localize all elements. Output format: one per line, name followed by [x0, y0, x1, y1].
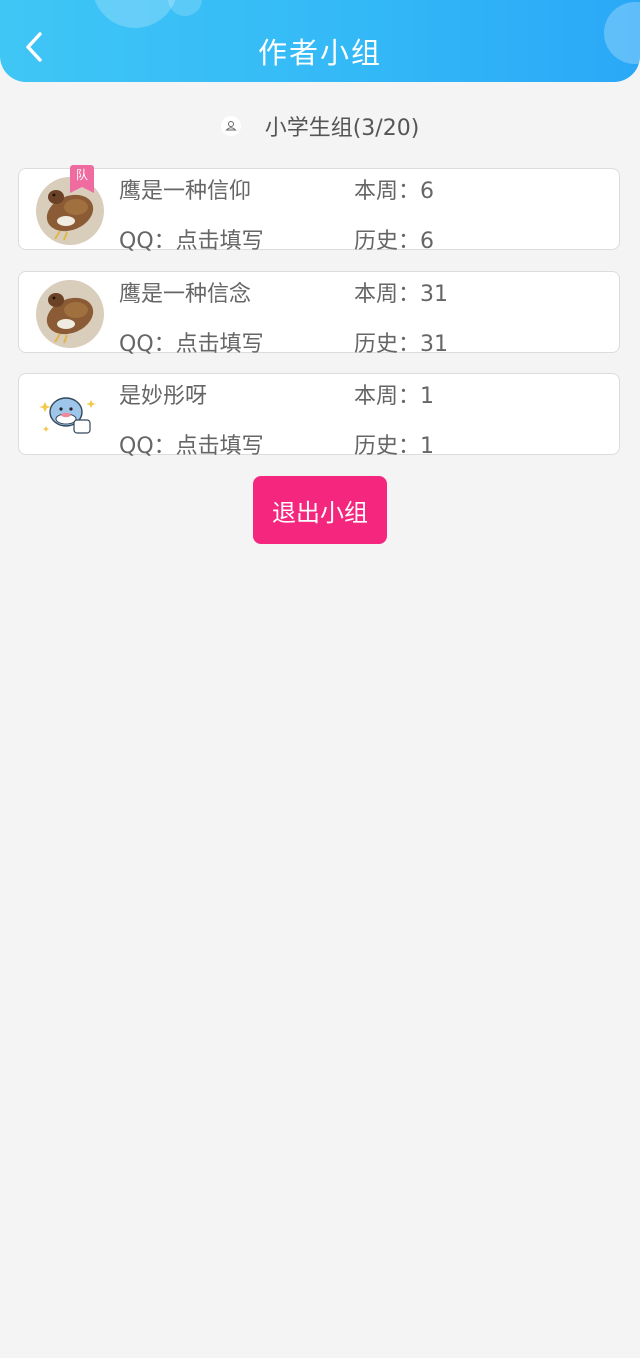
group-icon: [220, 116, 241, 136]
decor-bubble: [92, 0, 178, 28]
exit-group-button[interactable]: 退出小组: [253, 476, 387, 544]
member-nickname: 鹰是一种信仰: [119, 179, 252, 204]
qq-label: QQ：: [119, 229, 176, 254]
history-value: 1: [420, 434, 435, 459]
week-value: 1: [420, 384, 435, 409]
member-history-count: 历史：31: [354, 326, 448, 358]
week-value: 31: [420, 282, 449, 307]
week-label: 本周：: [354, 282, 421, 307]
member-week-count: 本周：31: [354, 276, 448, 308]
header-bar: 作者小组: [0, 0, 640, 82]
member-card: 是妙彤呀 QQ：点击填写 本周：1 历史：1: [18, 373, 620, 459]
member-card: 鹰是一种信念 QQ：点击填写 本周：31 历史：31: [18, 271, 620, 357]
qq-label: QQ：: [119, 332, 176, 357]
member-qq: QQ：点击填写: [119, 326, 264, 358]
captain-badge: 队: [70, 165, 94, 193]
qq-fill-link[interactable]: 点击填写: [176, 332, 264, 357]
history-value: 31: [420, 332, 449, 357]
qq-fill-link[interactable]: 点击填写: [176, 229, 264, 254]
week-label: 本周：: [354, 179, 421, 204]
week-label: 本周：: [354, 384, 421, 409]
history-label: 历史：: [354, 229, 421, 254]
qq-label: QQ：: [119, 434, 176, 459]
member-week-count: 本周：1: [354, 378, 434, 410]
week-value: 6: [420, 179, 435, 204]
page-title: 作者小组: [257, 36, 382, 70]
qq-fill-link[interactable]: 点击填写: [176, 434, 264, 459]
group-info: 小学生组(3/20): [0, 110, 640, 142]
decor-bubble: [168, 0, 202, 16]
member-card: 队 鹰是一种信仰 QQ：点击填写 本周：6 历史：6: [18, 165, 620, 254]
group-name: 小学生组(3/20): [264, 116, 420, 141]
history-label: 历史：: [354, 434, 421, 459]
member-week-count: 本周：6: [354, 173, 434, 205]
member-history-count: 历史：1: [354, 428, 434, 460]
member-history-count: 历史：6: [354, 223, 434, 255]
member-avatar[interactable]: [36, 382, 104, 450]
member-avatar[interactable]: [36, 280, 104, 348]
member-nickname: 是妙彤呀: [119, 384, 208, 409]
member-nickname: 鹰是一种信念: [119, 282, 252, 307]
history-value: 6: [420, 229, 435, 254]
history-label: 历史：: [354, 332, 421, 357]
member-qq: QQ：点击填写: [119, 223, 264, 255]
member-qq: QQ：点击填写: [119, 428, 264, 460]
